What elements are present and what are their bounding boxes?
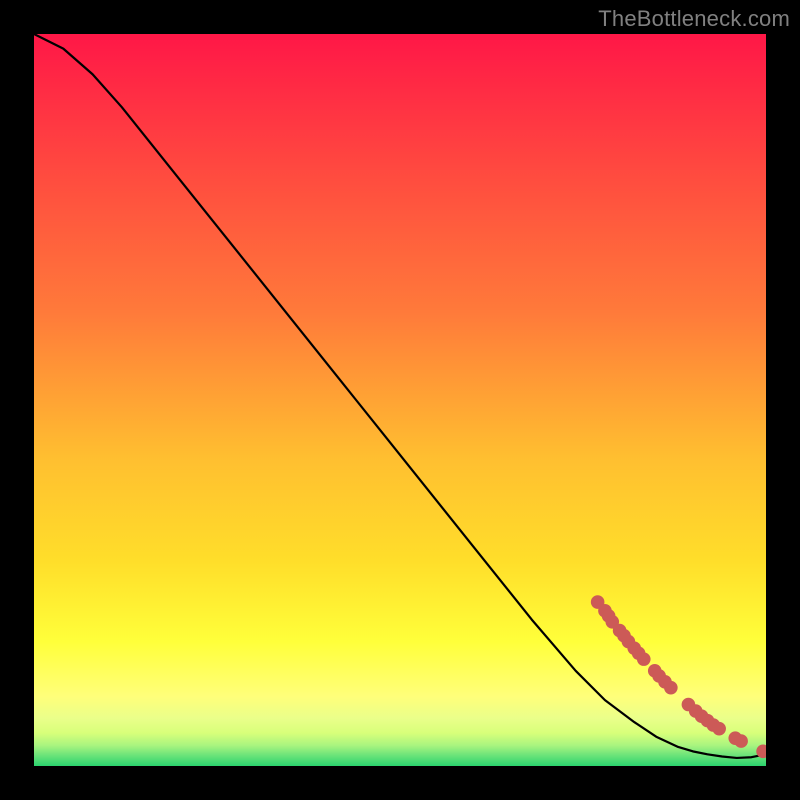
plot-area	[34, 34, 766, 766]
watermark-text: TheBottleneck.com	[598, 6, 790, 32]
chart-stage: TheBottleneck.com	[0, 0, 800, 800]
plot-background	[34, 34, 766, 766]
data-marker	[664, 681, 678, 695]
data-marker	[637, 652, 651, 666]
data-marker	[712, 722, 726, 736]
data-marker	[734, 734, 748, 748]
chart-svg	[34, 34, 766, 766]
